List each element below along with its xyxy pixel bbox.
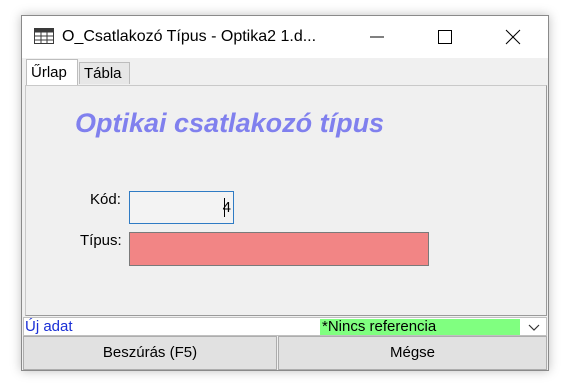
window-title: O_Csatlakozó Típus - Optika2 1.d... [62, 28, 317, 45]
chevron-down-icon [528, 324, 540, 331]
form-title: Optikai csatlakozó típus [75, 108, 385, 138]
maximize-icon [438, 30, 452, 44]
close-button[interactable] [490, 16, 536, 58]
close-icon [505, 29, 521, 45]
text-caret [224, 198, 225, 217]
tipus-label: Típus: [80, 232, 122, 249]
form-window: O_Csatlakozó Típus - Optika2 1.d... Űrla… [21, 15, 549, 371]
tab-tabla[interactable]: Tábla [79, 62, 130, 84]
table-icon [34, 28, 54, 44]
kod-input[interactable]: 4 [129, 191, 234, 224]
reference-status: *Nincs referencia [320, 319, 520, 335]
tipus-input[interactable] [129, 232, 429, 266]
maximize-button[interactable] [422, 16, 468, 58]
minimize-icon [370, 36, 384, 38]
tab-strip: Űrlap Tábla [22, 59, 548, 85]
reference-dropdown[interactable] [525, 320, 543, 334]
form-panel: Optikai csatlakozó típus Kód: 4 Típus: [25, 85, 547, 316]
status-bar: Új adat *Nincs referencia [23, 317, 547, 336]
tab-urlap[interactable]: Űrlap [26, 59, 78, 85]
minimize-button[interactable] [354, 16, 400, 58]
cancel-button[interactable]: Mégse [278, 336, 547, 370]
kod-label: Kód: [90, 191, 121, 208]
insert-button[interactable]: Beszúrás (F5) [23, 336, 277, 370]
new-record-status: Új adat [25, 318, 73, 335]
title-bar[interactable]: O_Csatlakozó Típus - Optika2 1.d... [22, 16, 548, 58]
